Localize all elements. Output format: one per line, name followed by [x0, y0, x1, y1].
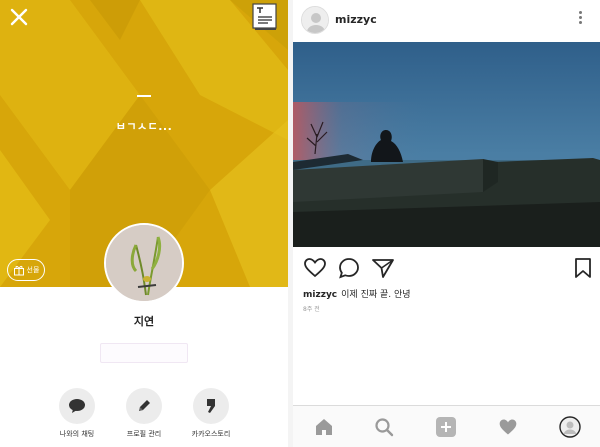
post-user-avatar[interactable]	[301, 6, 329, 34]
caption-text: 이제 진짜 끝. 안녕	[341, 290, 411, 300]
post-photo[interactable]	[293, 42, 600, 247]
post-action-bar	[293, 256, 600, 280]
vertical-dots-icon	[578, 11, 582, 14]
tab-activity[interactable]	[497, 416, 519, 438]
profile-sub-box	[100, 343, 188, 363]
close-icon	[10, 8, 28, 26]
heart-outline-icon	[304, 258, 326, 278]
post-time: 8주 전	[303, 306, 320, 313]
share-button[interactable]	[371, 256, 395, 280]
comment-bubble-icon	[339, 258, 359, 279]
comment-button[interactable]	[337, 256, 361, 280]
tab-profile[interactable]	[559, 416, 581, 438]
tab-home[interactable]	[313, 416, 335, 438]
seaside-dusk-photo	[293, 42, 600, 247]
kakaostory-label: 카카오스토리	[191, 430, 231, 438]
chat-with-me-label: 나와의 채팅	[59, 430, 95, 438]
story-book-icon	[252, 3, 277, 30]
kakao-profile-panel: ㅂㄱㅅㄷ... 선물 지연 나와의 채팅 프로필 관리 카카오스토리	[0, 0, 288, 447]
bottom-tab-bar	[293, 405, 600, 447]
save-button[interactable]	[571, 256, 595, 280]
gift-icon	[13, 265, 24, 276]
dot	[578, 21, 582, 24]
post-caption: mizzyc 이제 진짜 끝. 안녕	[303, 287, 411, 300]
speech-bubble-icon	[69, 399, 85, 413]
kakaostory-button[interactable]: 카카오스토리	[176, 388, 246, 439]
close-button[interactable]	[8, 6, 30, 28]
manage-circle	[126, 388, 162, 424]
default-avatar-icon	[302, 7, 328, 33]
status-message[interactable]: ㅂㄱㅅㄷ...	[116, 120, 173, 133]
tab-search[interactable]	[373, 416, 395, 438]
profile-manage-label: 프로필 관리	[126, 430, 162, 438]
kakaostory-icon	[207, 399, 215, 413]
profile-manage-button[interactable]: 프로필 관리	[109, 388, 179, 439]
profile-icon	[559, 416, 581, 438]
chat-circle	[59, 388, 95, 424]
status-divider	[137, 95, 151, 97]
paper-plane-icon	[372, 259, 394, 278]
plant-photo	[106, 225, 182, 301]
like-button[interactable]	[303, 256, 327, 280]
gift-button[interactable]: 선물	[7, 259, 45, 281]
bookmark-icon	[575, 258, 591, 278]
search-icon	[375, 418, 394, 437]
story-circle	[193, 388, 229, 424]
instagram-post-panel: mizzyc mizzyc 이제 진짜 끝. 안녕 8주 전	[293, 0, 600, 447]
gift-label: 선물	[26, 266, 40, 274]
chat-with-me-button[interactable]: 나와의 채팅	[42, 388, 112, 439]
caption-username[interactable]: mizzyc	[303, 290, 337, 300]
add-post-icon	[436, 417, 456, 437]
home-icon	[316, 419, 332, 435]
tab-add-post[interactable]	[435, 416, 457, 438]
dot	[578, 16, 582, 19]
status-area: ㅂㄱㅅㄷ...	[0, 95, 288, 134]
profile-name: 지연	[133, 315, 155, 328]
profile-actions: 나와의 채팅 프로필 관리 카카오스토리	[0, 388, 288, 444]
post-username[interactable]: mizzyc	[335, 13, 377, 26]
profile-avatar[interactable]	[104, 223, 184, 303]
heart-icon	[499, 419, 517, 435]
story-button[interactable]	[252, 3, 278, 31]
more-options-button[interactable]	[576, 11, 584, 27]
pencil-icon	[139, 400, 150, 411]
